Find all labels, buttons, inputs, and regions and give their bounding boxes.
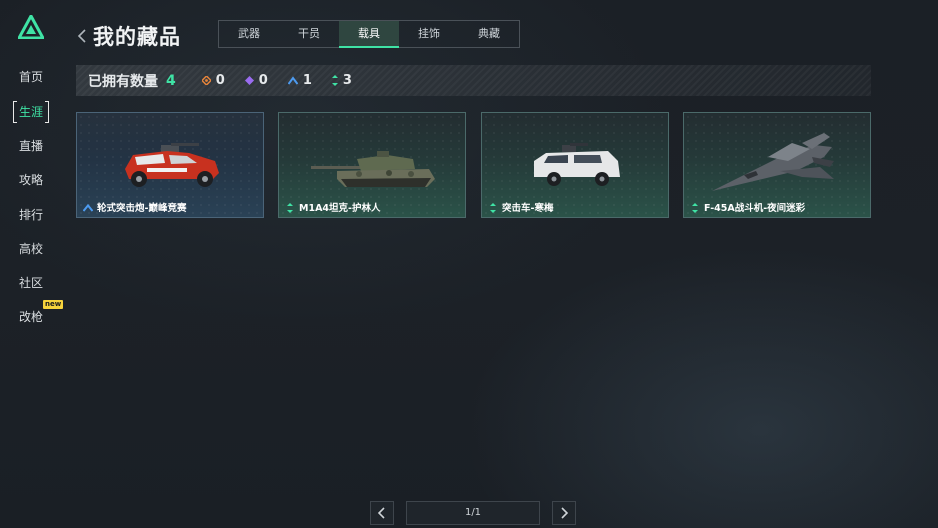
fighter-jet-icon: [712, 133, 834, 191]
sidebar-item-guides[interactable]: 攻略: [0, 169, 62, 191]
vehicle-name: M1A4坦克-护林人: [299, 203, 381, 214]
rarity-count-purple: 0: [244, 73, 268, 88]
tab-vehicles[interactable]: 载具: [339, 21, 399, 48]
vehicle-card[interactable]: 突击车-寒梅: [481, 112, 669, 218]
sidebar-item-label: 攻略: [18, 173, 43, 187]
sidebar-item-live[interactable]: 直播: [0, 135, 62, 157]
tab-weapons[interactable]: 武器: [219, 21, 279, 47]
blue-chevron-icon: [83, 203, 93, 212]
assault-vehicle-icon: [534, 143, 620, 186]
blue-chevron-icon: [287, 76, 298, 85]
prev-page-button[interactable]: [370, 501, 394, 525]
vehicle-name: 轮式突击炮-巅峰竞赛: [97, 203, 187, 214]
armored-car-icon: [125, 143, 219, 187]
sidebar-item-label: 高校: [18, 242, 43, 256]
page-title: 我的藏品: [93, 25, 181, 49]
sidebar-item-label: 生涯: [12, 101, 50, 123]
sidebar-item-label: 改枪: [18, 310, 43, 324]
page-indicator: 1/1: [406, 501, 540, 525]
sidebar-item-gunsmith[interactable]: 改枪 new: [0, 300, 64, 328]
owned-count-bar: 已拥有数量 4 0 0 1 3: [76, 65, 871, 96]
rarity-count-blue: 1: [287, 73, 312, 88]
category-tabs: 武器 干员 载具 挂饰 典藏: [218, 20, 520, 48]
purple-diamond-icon: [244, 76, 254, 85]
vehicle-card[interactable]: F-45A战斗机-夜间迷彩: [683, 112, 871, 218]
orange-diamond-icon: [201, 76, 211, 85]
sidebar-item-college[interactable]: 高校: [0, 238, 62, 260]
owned-count-label: 已拥有数量: [88, 73, 158, 90]
green-arrows-icon: [331, 75, 338, 86]
chevron-right-icon: [561, 507, 569, 519]
sidebar-item-label: 社区: [18, 276, 43, 290]
next-page-button[interactable]: [552, 501, 576, 525]
sidebar: 首页 生涯 直播 攻略 排行 高校 社区 改枪 new: [0, 0, 64, 528]
tab-charms[interactable]: 挂饰: [399, 21, 459, 47]
rarity-count-value: 0: [215, 73, 225, 88]
logo-icon[interactable]: [18, 15, 44, 39]
rarity-count-orange: 0: [201, 73, 225, 88]
rarity-count-value: 3: [342, 73, 352, 88]
sidebar-item-ranking[interactable]: 排行: [0, 204, 62, 226]
sidebar-item-career[interactable]: 生涯: [0, 101, 62, 123]
rarity-count-green: 3: [331, 73, 352, 88]
green-arrows-icon: [287, 203, 293, 213]
sidebar-item-label: 排行: [18, 208, 43, 222]
chevron-left-icon: [377, 507, 385, 519]
rarity-count-value: 1: [302, 73, 312, 88]
sidebar-item-label: 首页: [18, 70, 43, 84]
green-arrows-icon: [490, 203, 496, 213]
sidebar-item-home[interactable]: 首页: [0, 66, 62, 88]
tank-icon: [311, 151, 435, 187]
vehicle-name: 突击车-寒梅: [502, 203, 554, 214]
green-arrows-icon: [692, 203, 698, 213]
new-badge: new: [43, 300, 64, 309]
vehicle-card[interactable]: M1A4坦克-护林人: [278, 112, 466, 218]
vehicle-name: F-45A战斗机-夜间迷彩: [704, 203, 806, 214]
sidebar-item-community[interactable]: 社区: [0, 272, 62, 294]
sidebar-item-label: 直播: [18, 139, 43, 153]
vehicle-card[interactable]: 轮式突击炮-巅峰竞赛: [76, 112, 264, 218]
owned-count-total: 4: [166, 72, 176, 89]
tab-collection[interactable]: 典藏: [459, 21, 519, 47]
rarity-count-value: 0: [258, 73, 268, 88]
back-arrow-icon[interactable]: [75, 25, 89, 47]
tab-operators[interactable]: 干员: [279, 21, 339, 47]
